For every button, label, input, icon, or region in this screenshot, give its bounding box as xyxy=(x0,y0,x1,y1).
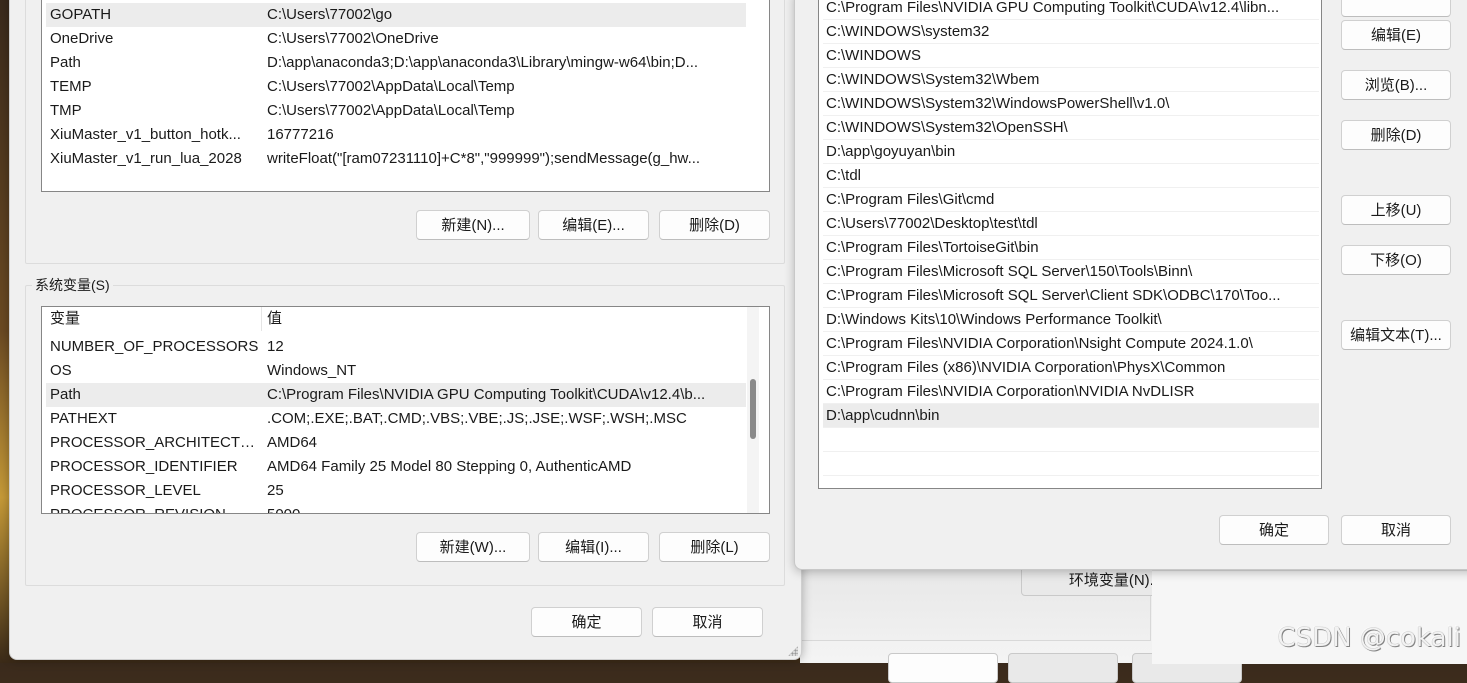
variable-name: PROCESSOR_LEVEL xyxy=(50,482,201,499)
system-new-button[interactable]: 新建(W)... xyxy=(416,532,530,562)
path-entry[interactable]: C:\WINDOWS\System32\OpenSSH\ xyxy=(823,116,1319,140)
move-up-button[interactable]: 上移(U) xyxy=(1341,195,1451,225)
bg-ok-button[interactable] xyxy=(888,653,998,683)
path-entry[interactable]: C:\Program Files\NVIDIA GPU Computing To… xyxy=(823,0,1319,20)
table-row[interactable]: NUMBER_OF_PROCESSORS 12 xyxy=(46,335,746,359)
path-entry[interactable]: C:\Program Files\TortoiseGit\bin xyxy=(823,236,1319,260)
edit-path-button[interactable]: 编辑(E) xyxy=(1341,20,1451,50)
variable-name: Path xyxy=(50,386,81,403)
variable-name: Path xyxy=(50,54,81,71)
path-entry[interactable]: C:\Program Files\Git\cmd xyxy=(823,188,1319,212)
edit-ok-button[interactable]: 确定 xyxy=(1219,515,1329,545)
system-variables-list[interactable]: 变量 值 NUMBER_OF_PROCESSORS 12 OS Windows_NT P… xyxy=(41,306,770,514)
path-entry[interactable]: D:\app\goyuyan\bin xyxy=(823,140,1319,164)
path-entry[interactable]: C:\tdl xyxy=(823,164,1319,188)
path-entry[interactable]: C:\WINDOWS\system32 xyxy=(823,20,1319,44)
variable-value: C:\Program Files\NVIDIA GPU Computing To… xyxy=(267,386,706,403)
user-new-button[interactable]: 新建(N)... xyxy=(416,210,530,240)
edit-text-button[interactable]: 编辑文本(T)... xyxy=(1341,320,1451,350)
table-row[interactable]: Path D:\app\anaconda3;D:\app\anaconda3\Li… xyxy=(46,51,746,75)
path-entry[interactable]: C:\WINDOWS\System32\Wbem xyxy=(823,68,1319,92)
table-row[interactable]: XiuMaster_v1_run_lua_2028 writeFloat("[ra… xyxy=(46,147,746,171)
user-edit-button[interactable]: 编辑(E)... xyxy=(538,210,649,240)
user-delete-button[interactable]: 删除(D) xyxy=(659,210,770,240)
variable-value: C:\Users\77002\AppData\Local\Temp xyxy=(267,102,515,119)
resize-grip[interactable] xyxy=(788,646,798,656)
variable-value: .COM;.EXE;.BAT;.CMD;.VBS;.VBE;.JS;.JSE;.… xyxy=(267,410,687,427)
table-row[interactable]: PROCESSOR_ARCHITECTURE AMD64 xyxy=(46,431,746,455)
system-list-scrollbar[interactable] xyxy=(747,307,759,513)
variable-name: OneDrive xyxy=(50,30,114,47)
table-row[interactable]: PROCESSOR_LEVEL 25 xyxy=(46,479,746,503)
variable-value: C:\Users\77002\OneDrive xyxy=(267,30,439,47)
variable-value: 16777216 xyxy=(267,126,334,143)
variable-name: TEMP xyxy=(50,78,92,95)
path-entry[interactable] xyxy=(823,428,1319,452)
path-entry[interactable]: D:\Windows Kits\10\Windows Performance T… xyxy=(823,308,1319,332)
variable-value: C:\Users\77002\go xyxy=(267,6,393,23)
path-entry[interactable] xyxy=(823,452,1319,476)
table-row[interactable]: OS Windows_NT xyxy=(46,359,746,383)
edit-cancel-button[interactable]: 取消 xyxy=(1341,515,1451,545)
table-row[interactable]: PATHEXT .COM;.EXE;.BAT;.CMD;.VBS;.VBE;.JS… xyxy=(46,407,746,431)
variable-name: PROCESSOR_ARCHITECTURE xyxy=(50,434,260,451)
variable-value: AMD64 xyxy=(267,434,318,451)
path-entry[interactable]: C:\WINDOWS xyxy=(823,44,1319,68)
environment-variables-dialog: 变量 值 GOPATH C:\Users\77002\go OneDrive C:\U… xyxy=(9,0,802,660)
path-entry[interactable]: C:\Program Files\NVIDIA Corporation\Nsig… xyxy=(823,332,1319,356)
variable-value: C:\Users\77002\AppData\Local\Temp xyxy=(267,78,515,95)
bg-cancel-button[interactable] xyxy=(1008,653,1118,683)
path-entry[interactable]: D:\app\cudnn\bin xyxy=(823,404,1319,428)
variable-value: 25 xyxy=(267,482,284,499)
path-entry[interactable]: C:\Program Files (x86)\NVIDIA Corporatio… xyxy=(823,356,1319,380)
path-entry[interactable]: C:\Program Files\Microsoft SQL Server\Cl… xyxy=(823,284,1319,308)
variable-value: Windows_NT xyxy=(267,362,357,379)
variable-name: OS xyxy=(50,362,72,379)
table-row[interactable]: TEMP C:\Users\77002\AppData\Local\Temp xyxy=(46,75,746,99)
variable-value: writeFloat("[ram07231110]+C*8","999999")… xyxy=(267,150,701,167)
table-row[interactable]: PROCESSOR_IDENTIFIER AMD64 Family 25 Mode… xyxy=(46,455,746,479)
system-variables-label: 系统变量(S) xyxy=(32,275,113,295)
column-separator[interactable] xyxy=(261,307,262,331)
variable-value: 5000 xyxy=(267,503,745,513)
delete-path-button[interactable]: 删除(D) xyxy=(1341,120,1451,150)
user-variables-list[interactable]: 变量 值 GOPATHC:\Users\77002\goOneDriveC:\U… xyxy=(41,0,770,192)
variable-value: AMD64 Family 25 Model 80 Stepping 0, Aut… xyxy=(267,458,632,475)
watermark: CSDN @cokali xyxy=(1277,623,1461,653)
scrollbar-thumb[interactable] xyxy=(750,379,756,439)
table-row[interactable]: Path C:\Program Files\NVIDIA GPU Computin… xyxy=(46,383,746,407)
env-ok-button[interactable]: 确定 xyxy=(531,607,642,637)
column-header-variable[interactable]: 变量 xyxy=(50,307,80,331)
variable-name: PATHEXT xyxy=(50,410,117,427)
table-row[interactable]: GOPATH C:\Users\77002\go xyxy=(46,3,746,27)
variable-name: GOPATH xyxy=(50,6,112,23)
table-row[interactable]: OneDrive C:\Users\77002\OneDrive xyxy=(46,27,746,51)
variable-name: XiuMaster_v1_button_hotk... xyxy=(50,126,241,143)
env-cancel-button[interactable]: 取消 xyxy=(652,607,763,637)
variable-value: 12 xyxy=(267,338,284,355)
variable-value: D:\app\anaconda3;D:\app\anaconda3\Librar… xyxy=(267,54,699,71)
edit-environment-variable-dialog: C:\Program Files\NVIDIA GPU Computing To… xyxy=(794,0,1467,570)
move-down-button[interactable]: 下移(O) xyxy=(1341,245,1451,275)
system-edit-button[interactable]: 编辑(I)... xyxy=(538,532,649,562)
table-row[interactable]: TMP C:\Users\77002\AppData\Local\Temp xyxy=(46,99,746,123)
column-header-value[interactable]: 值 xyxy=(267,307,282,331)
variable-name: NUMBER_OF_PROCESSORS xyxy=(50,338,259,355)
path-entry[interactable]: C:\Program Files\Microsoft SQL Server\15… xyxy=(823,260,1319,284)
new-path-button[interactable] xyxy=(1341,0,1451,17)
path-entry[interactable]: C:\Users\77002\Desktop\test\tdl xyxy=(823,212,1319,236)
variable-name: XiuMaster_v1_run_lua_2028 xyxy=(50,150,242,167)
variable-name: PROCESSOR_IDENTIFIER xyxy=(50,458,238,475)
path-entry[interactable]: C:\WINDOWS\System32\WindowsPowerShell\v1… xyxy=(823,92,1319,116)
table-row[interactable]: XiuMaster_v1_button_hotk... 16777216 xyxy=(46,123,746,147)
variable-name: TMP xyxy=(50,102,82,119)
path-entries-list[interactable]: C:\Program Files\NVIDIA GPU Computing To… xyxy=(818,0,1322,489)
browse-path-button[interactable]: 浏览(B)... xyxy=(1341,70,1451,100)
system-delete-button[interactable]: 删除(L) xyxy=(659,532,770,562)
variable-name: PROCESSOR_REVISION xyxy=(50,503,260,513)
list-header: 变量 值 xyxy=(42,307,769,331)
path-entry[interactable]: C:\Program Files\NVIDIA Corporation\NVID… xyxy=(823,380,1319,404)
table-row[interactable]: PROCESSOR_REVISION 5000 xyxy=(46,503,746,513)
